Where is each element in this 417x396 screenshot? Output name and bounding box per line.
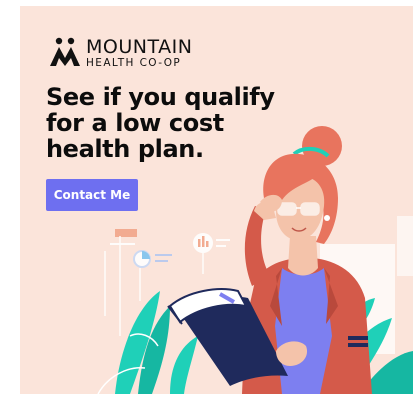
brand-logo: MOUNTAIN HEALTH CO-OP — [48, 36, 192, 70]
brand-name-block: MOUNTAIN HEALTH CO-OP — [86, 35, 193, 69]
leaves-left — [97, 291, 198, 394]
background-ui-shapes — [104, 216, 413, 354]
woman-body — [242, 202, 372, 394]
ad-banner[interactable]: MOUNTAIN HEALTH CO-OP See if you qualify… — [20, 6, 413, 394]
mountain-people-logo-icon — [50, 37, 80, 66]
ad-headline: See if you qualify for a low cost health… — [46, 83, 275, 163]
brand-name: MOUNTAIN — [86, 35, 193, 58]
clipboard — [167, 288, 308, 386]
brand-subtitle: HEALTH CO-OP — [86, 56, 182, 69]
leaves-right — [325, 298, 413, 394]
contact-me-button[interactable]: Contact Me — [46, 179, 138, 211]
